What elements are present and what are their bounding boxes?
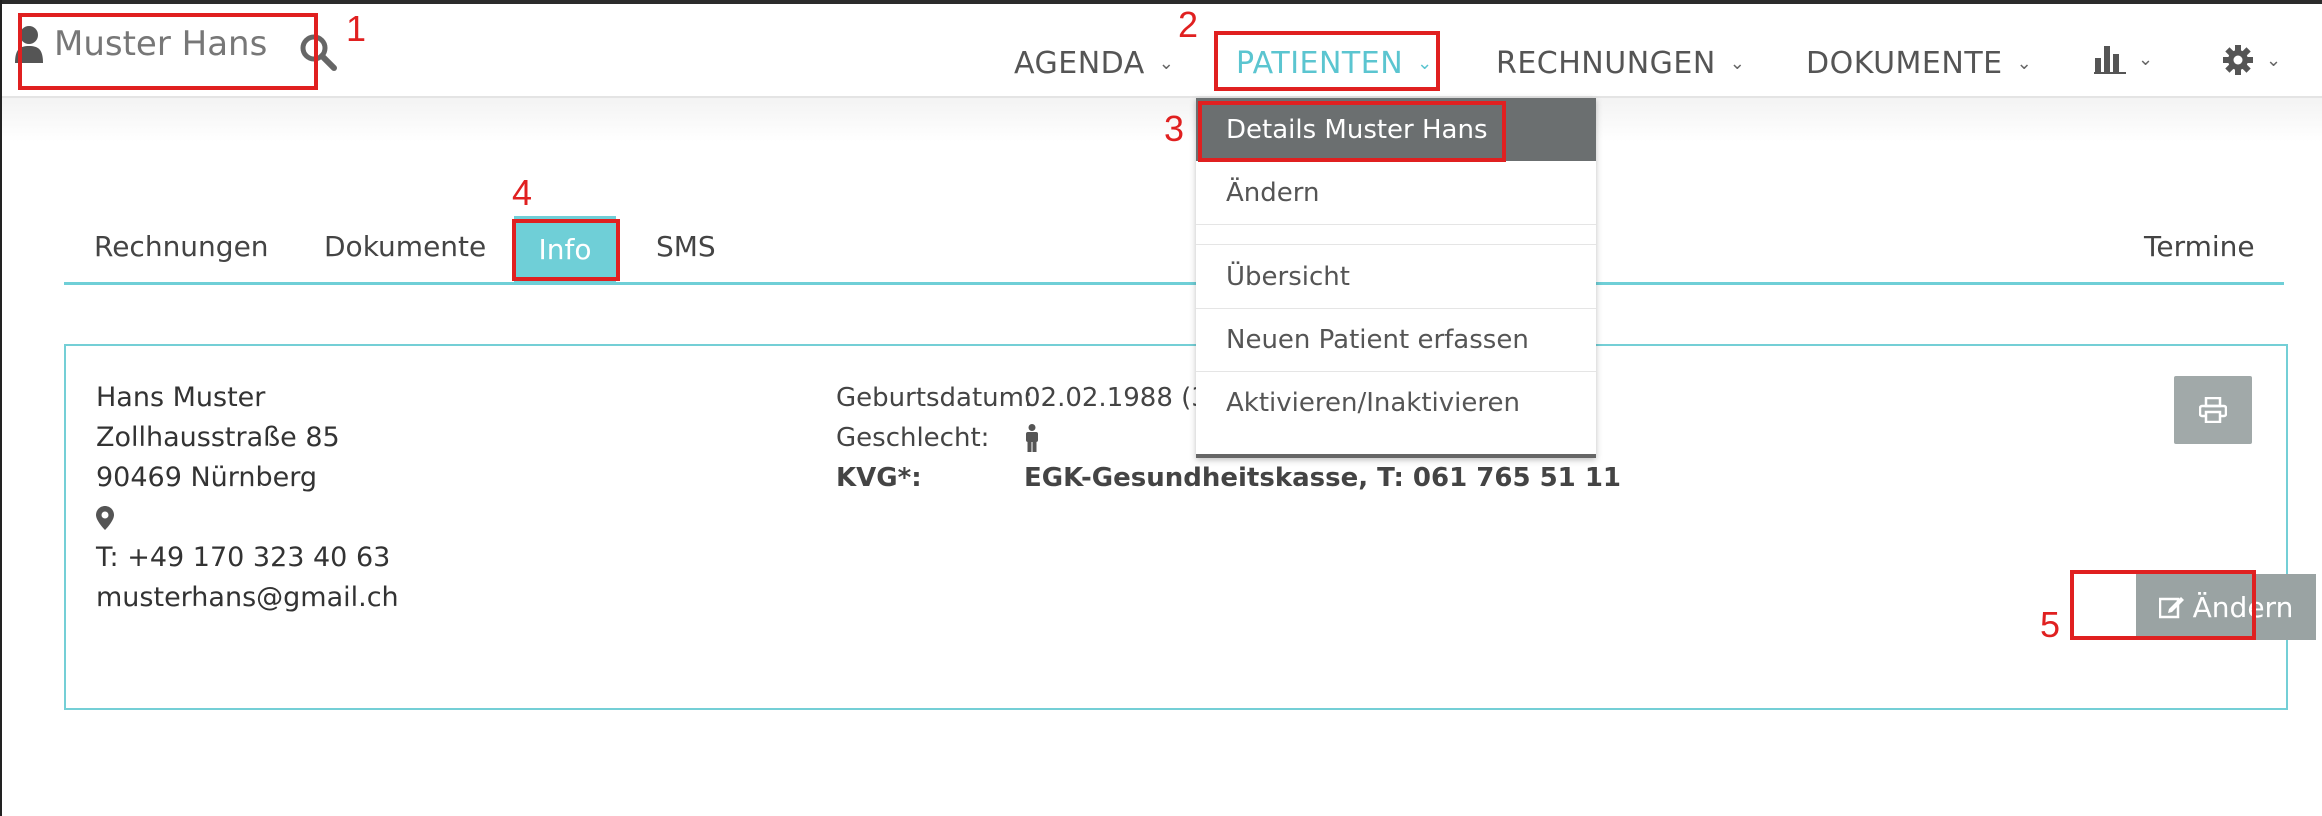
map-marker-icon[interactable] [96, 498, 399, 538]
nav-statistics[interactable]: ⌄ [2094, 44, 2153, 74]
annotation-number-3: 3 [1164, 108, 1185, 149]
nav-rechnungen[interactable]: RECHNUNGEN ⌄ [1496, 46, 1745, 81]
tab-termine[interactable]: Termine [2144, 230, 2255, 263]
nav-agenda[interactable]: AGENDA ⌄ [1014, 46, 1174, 81]
birthdate-label: Geburtsdatum: [836, 383, 1033, 413]
birthdate-value: 02.02.1988 (3 [1024, 383, 1208, 413]
kvg-label: KVG*: [836, 463, 922, 493]
menu-item-aktivieren[interactable]: Aktivieren/Inaktivieren [1196, 372, 1596, 434]
annotation-number-5: 5 [2040, 604, 2061, 645]
nav-dokumente[interactable]: DOKUMENTE ⌄ [1806, 46, 2032, 81]
patient-email[interactable]: musterhans@gmail.ch [96, 578, 399, 618]
annotation-number-4: 4 [512, 172, 533, 213]
patient-phone: T: +49 170 323 40 63 [96, 542, 391, 573]
tab-dokumente[interactable]: Dokumente [324, 230, 486, 263]
gender-label: Geschlecht: [836, 423, 990, 453]
menu-item-aendern[interactable]: Ändern [1196, 161, 1596, 225]
content-top-shadow [0, 98, 2322, 142]
chevron-down-icon: ⌄ [1729, 53, 1746, 74]
annotation-box-5 [2070, 570, 2256, 640]
patient-address-block: Hans Muster Zollhausstraße 85 90469 Nürn… [96, 378, 399, 618]
annotation-box-1 [18, 13, 318, 90]
nav-dokumente-label: DOKUMENTE [1806, 46, 2003, 81]
chevron-down-icon: ⌄ [2016, 53, 2033, 74]
tab-sms[interactable]: SMS [656, 230, 716, 263]
chevron-down-icon: ⌄ [1158, 53, 1175, 74]
patient-city: 90469 Nürnberg [96, 462, 318, 493]
kvg-value: EGK-Gesundheitskasse, T: 061 765 51 11 [1024, 463, 1621, 493]
nav-rechnungen-label: RECHNUNGEN [1496, 46, 1716, 81]
menu-item-neuer-patient[interactable]: Neuen Patient erfassen [1196, 309, 1596, 372]
chevron-down-icon: ⌄ [2138, 48, 2154, 70]
patient-street: Zollhausstraße 85 [96, 422, 340, 453]
chevron-down-icon: ⌄ [2266, 49, 2282, 71]
annotation-number-2: 2 [1178, 4, 1199, 45]
nav-agenda-label: AGENDA [1014, 46, 1145, 81]
menu-divider [1196, 225, 1596, 245]
menu-item-uebersicht[interactable]: Übersicht [1196, 245, 1596, 309]
annotation-number-1: 1 [346, 8, 367, 49]
annotation-box-2 [1214, 31, 1440, 91]
nav-settings[interactable]: ⌄ [2222, 44, 2281, 76]
tab-rechnungen[interactable]: Rechnungen [94, 230, 269, 263]
annotation-box-4 [512, 219, 620, 281]
annotation-box-3 [1198, 101, 1506, 162]
gear-icon [2223, 45, 2253, 75]
printer-icon [2199, 397, 2227, 423]
male-icon [1026, 424, 1038, 452]
bar-chart-icon [2094, 46, 2126, 74]
patient-info-panel: Hans Muster Zollhausstraße 85 90469 Nürn… [64, 344, 2316, 710]
print-button[interactable] [2174, 376, 2252, 444]
window-left-border [0, 0, 2, 816]
patient-fullname: Hans Muster [96, 382, 266, 413]
patient-tabs: Rechnungen Dokumente Info SMS Termine [64, 216, 2284, 285]
